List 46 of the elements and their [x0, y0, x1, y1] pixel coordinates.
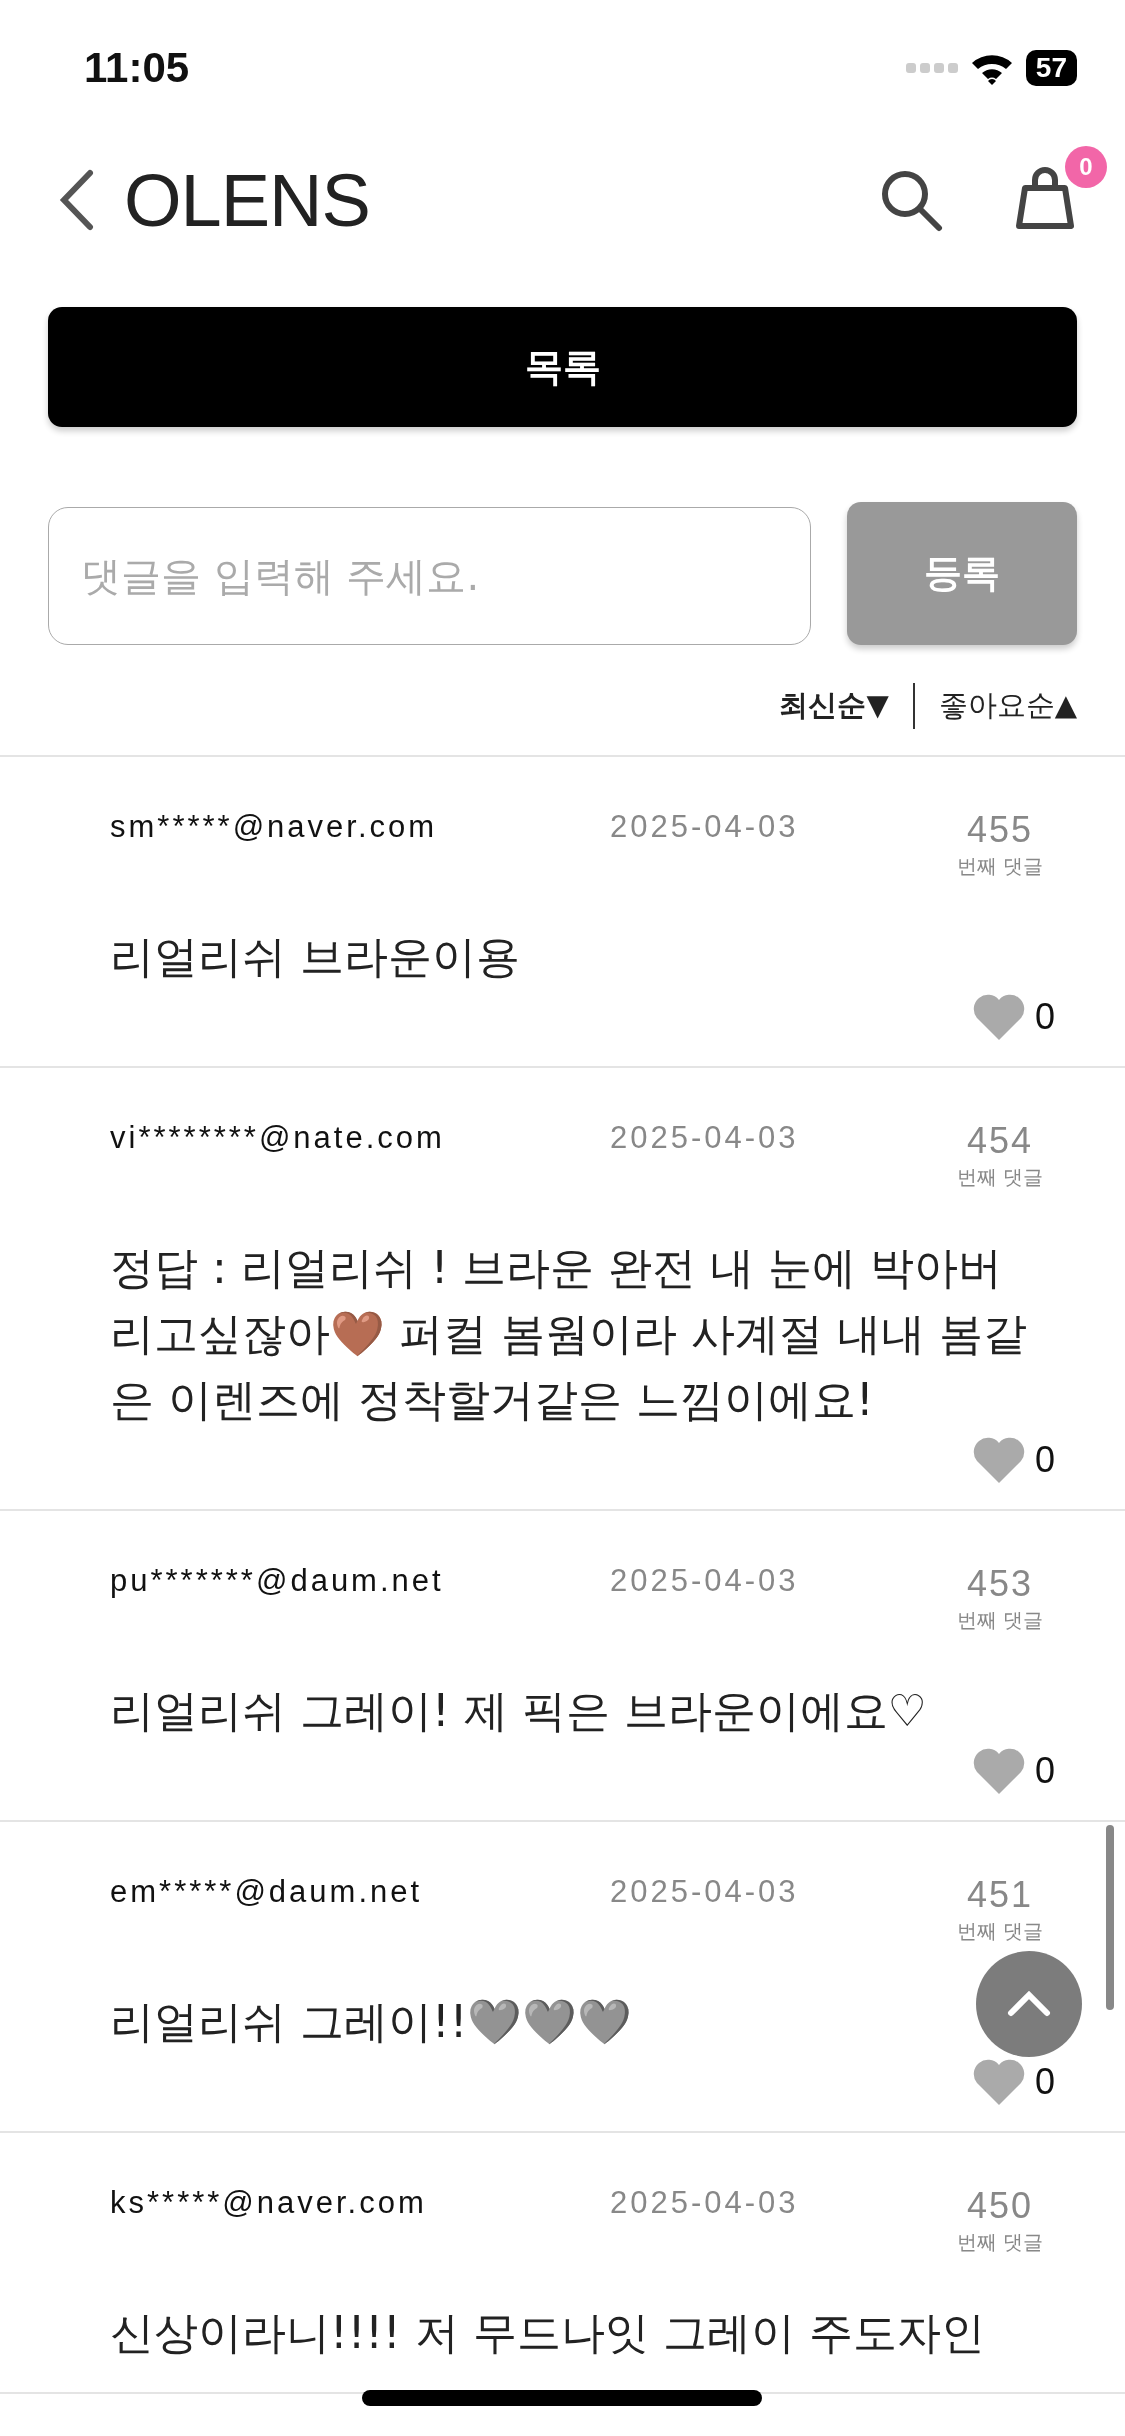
- comment-text: 리얼리쉬 브라운이용: [110, 930, 520, 984]
- like-count: 0: [1034, 996, 1055, 1038]
- comment-author: pu*******@daum.net: [110, 1563, 445, 1599]
- shopping-bag-icon[interactable]: [1013, 166, 1077, 230]
- sort-option[interactable]: 최신순▼: [779, 686, 889, 726]
- back-icon[interactable]: [58, 169, 94, 231]
- cart-count-badge: 0: [1065, 146, 1107, 188]
- comment-date: 2025-04-03: [610, 2185, 800, 2221]
- signal-icon: [905, 60, 958, 75]
- comment-number-label: 번째 댓글: [956, 1918, 1044, 1945]
- like-count: 0: [1034, 1439, 1055, 1481]
- comment-number-label: 번째 댓글: [956, 2229, 1044, 2256]
- comment-author: vi********@nate.com: [110, 1120, 446, 1156]
- comment-number-label: 번째 댓글: [956, 853, 1044, 880]
- heart-icon[interactable]: [972, 1748, 1025, 1794]
- comment-author: ks*****@naver.com: [110, 2185, 428, 2221]
- comment-number-label: 번째 댓글: [956, 1164, 1044, 1191]
- heart-icon[interactable]: [972, 2059, 1025, 2105]
- search-icon[interactable]: [879, 168, 943, 232]
- comment-text: 신상이라니!!!! 저 무드나잇 그레이 주도자인: [110, 2306, 985, 2360]
- comment-date: 2025-04-03: [610, 1120, 800, 1156]
- comment-date: 2025-04-03: [610, 1874, 800, 1910]
- status-time: 11:05: [84, 43, 190, 92]
- comment-number: 451: [966, 1874, 1034, 1916]
- comment-text: 리얼리쉬 그레이!!🩶🩶🩶: [110, 1995, 633, 2049]
- battery-icon: 57: [1025, 49, 1077, 86]
- comment-author: em*****@daum.net: [110, 1874, 424, 1910]
- logo[interactable]: OLENS: [124, 157, 370, 243]
- comment-date: 2025-04-03: [610, 1563, 800, 1599]
- sort-option[interactable]: 좋아요순▲: [938, 686, 1077, 726]
- comment-number: 455: [966, 809, 1034, 851]
- heart-icon[interactable]: [972, 1437, 1025, 1483]
- comment-input-field[interactable]: 댓글을 입력해 주세요.: [48, 507, 811, 645]
- comment-number-label: 번째 댓글: [956, 1607, 1044, 1634]
- comment-date: 2025-04-03: [610, 809, 800, 845]
- comment-number: 454: [966, 1120, 1034, 1162]
- comment-text: 정답 : 리얼리쉬 ! 브라운 완전 내 눈에 박아버리고싶잖아🤎 퍼컬 봄웜이라 사계절 내내 봄같은 이렌즈에 정착할거같은 느낌이에요!: [110, 1241, 1028, 1427]
- heart-icon[interactable]: [972, 994, 1025, 1040]
- comment-number: 453: [966, 1563, 1034, 1605]
- chevron-up-icon: [1007, 1991, 1051, 2017]
- like-count: 0: [1034, 2061, 1055, 2103]
- list-button[interactable]: 목록: [48, 307, 1077, 427]
- like-count: 0: [1034, 1750, 1055, 1792]
- comment-number: 450: [966, 2185, 1034, 2227]
- comment-author: sm*****@naver.com: [110, 809, 439, 845]
- comment-text: 리얼리쉬 그레이! 제 픽은 브라운이에요♡: [110, 1684, 928, 1738]
